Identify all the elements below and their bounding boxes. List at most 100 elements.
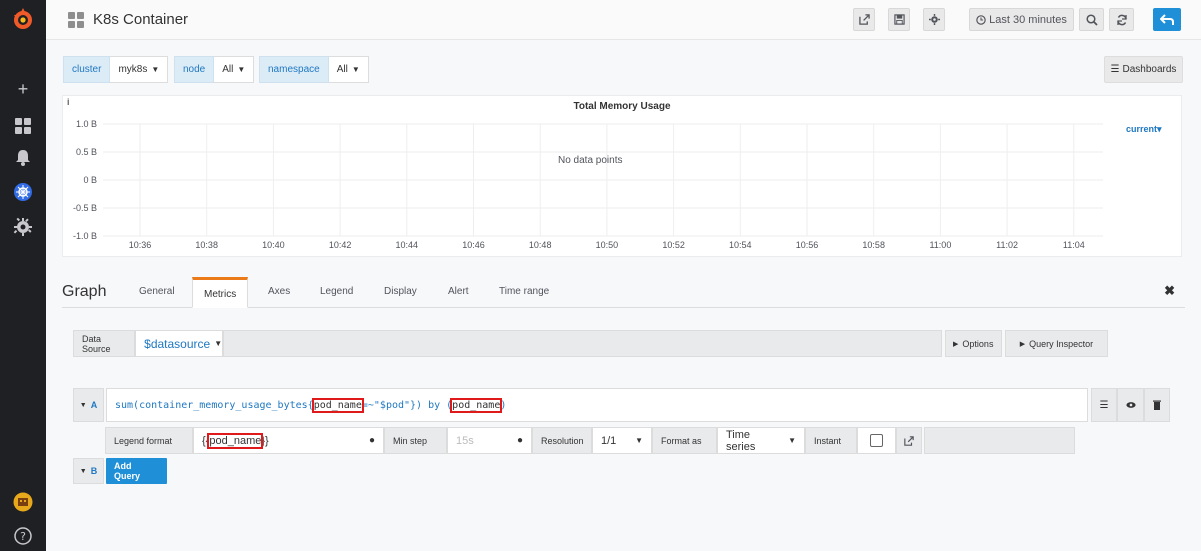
info-icon: ● (516, 435, 523, 446)
x-tick-label: 10:46 (462, 240, 485, 250)
y-tick-label: -1.0 B (73, 231, 97, 241)
legend-format-value: {{pod_name}} (202, 432, 269, 449)
x-tick-label: 10:36 (129, 240, 152, 250)
query-expr-suffix: ) (500, 399, 507, 411)
x-tick-label: 10:42 (329, 240, 352, 250)
query-row-a: ▼ A sum(container_memory_usage_bytes{pod_… (73, 388, 1088, 422)
kubernetes-icon[interactable] (13, 182, 33, 202)
zoom-out-icon[interactable] (1079, 8, 1104, 31)
x-tick-label: 10:54 (729, 240, 752, 250)
query-expr-middle: =~"$pod"}) by ( (361, 399, 453, 411)
tab-legend[interactable]: Legend (320, 286, 353, 297)
datasource-value: $datasource (144, 336, 211, 351)
query-ref-a[interactable]: ▼ A (73, 388, 104, 422)
query-expression-input[interactable]: sum(container_memory_usage_bytes{pod_nam… (106, 388, 1088, 422)
grafana-logo-icon[interactable] (11, 7, 35, 31)
min-step-label: Min step (384, 427, 447, 454)
min-step-input[interactable]: 15s ● (447, 427, 532, 454)
list-icon: ☰ (1110, 64, 1120, 75)
dashboard-title[interactable]: K8s Container (93, 11, 188, 28)
min-step-placeholder: 15s (456, 434, 474, 447)
open-external-icon[interactable] (896, 427, 922, 454)
query-options-filler (924, 427, 1075, 454)
format-as-select[interactable]: Time series ▼ (717, 427, 805, 454)
back-icon[interactable] (1153, 8, 1181, 31)
collapse-caret-icon: ▼ (79, 401, 87, 409)
caret-right-icon: ▶ (1019, 340, 1026, 348)
dashboards-button[interactable]: ☰ Dashboards (1104, 56, 1183, 83)
legend-format-label: Legend format (105, 427, 193, 454)
side-menu: + ? (0, 0, 46, 551)
dashboard-navbar: K8s Container Last 30 minutes (46, 0, 1201, 40)
settings-icon[interactable] (923, 8, 945, 31)
y-tick-label: 0.5 B (76, 147, 97, 157)
create-plus-icon[interactable]: + (13, 79, 33, 99)
legend-format-highlight: pod_name (207, 432, 264, 449)
toggle-visibility-icon[interactable] (1117, 388, 1144, 422)
variable-namespace: namespace All ▼ (259, 56, 369, 83)
legend-current-label: current (1126, 124, 1158, 134)
collapse-caret-icon: ▼ (79, 467, 87, 475)
editor-title: Graph (62, 283, 107, 300)
tab-axes[interactable]: Axes (268, 286, 290, 297)
query-inspector-label: Query Inspector (1029, 338, 1094, 349)
caret-down-icon: ▼ (237, 65, 246, 74)
panel-title[interactable]: Total Memory Usage (63, 101, 1181, 112)
datasource-row-filler (223, 330, 942, 357)
x-tick-label: 10:48 (529, 240, 552, 250)
instant-checkbox-cell (857, 427, 896, 454)
tab-general[interactable]: General (139, 286, 175, 297)
tab-time-range[interactable]: Time range (499, 286, 549, 297)
save-icon[interactable] (888, 8, 910, 31)
time-picker-button[interactable]: Last 30 minutes (969, 8, 1074, 31)
tab-alert[interactable]: Alert (448, 286, 469, 297)
options-button-label: Options (962, 338, 994, 349)
tab-metrics[interactable]: Metrics (192, 277, 249, 308)
svg-text:?: ? (20, 530, 26, 543)
x-tick-label: 10:58 (862, 240, 885, 250)
legend-current-toggle[interactable]: current▾ (1126, 124, 1162, 135)
caret-down-icon: ▼ (635, 436, 643, 445)
add-query-button[interactable]: Add Query (106, 458, 167, 484)
query-menu-icon[interactable]: ☰ (1091, 388, 1117, 422)
x-tick-label: 10:38 (195, 240, 218, 250)
variable-dropdown-node[interactable]: All ▼ (214, 56, 255, 83)
variable-cluster: cluster myk8s ▼ (63, 56, 169, 83)
delete-query-icon[interactable] (1144, 388, 1170, 422)
memory-usage-chart: 1.0 B 0.5 B 0 B -0.5 B -1.0 B 10:36 10:38 10:40… (73, 119, 1103, 250)
query-inspector-button[interactable]: ▶ Query Inspector (1004, 330, 1109, 357)
tab-display[interactable]: Display (384, 286, 417, 297)
info-icon: ● (368, 435, 375, 446)
legend-format-input[interactable]: {{pod_name}} ● (193, 427, 384, 454)
alerting-bell-icon[interactable] (13, 147, 33, 167)
variable-label: namespace (259, 56, 329, 83)
user-avatar-icon[interactable] (13, 492, 33, 512)
datasource-label: Data Source (73, 330, 136, 357)
dashboards-button-label: Dashboards (1122, 64, 1177, 75)
share-icon[interactable] (853, 8, 875, 31)
variable-value: All (336, 64, 348, 75)
caret-down-icon: ▼ (351, 65, 360, 74)
configuration-gear-icon[interactable] (13, 217, 33, 237)
dashboards-icon[interactable] (13, 116, 33, 136)
variable-dropdown-namespace[interactable]: All ▼ (328, 56, 369, 83)
variable-dropdown-cluster[interactable]: myk8s ▼ (110, 56, 169, 83)
refresh-icon[interactable] (1109, 8, 1134, 31)
datasource-picker[interactable]: $datasource ▼ (135, 330, 224, 357)
x-tick-label: 11:04 (1063, 240, 1085, 250)
caret-right-icon: ▶ (953, 340, 959, 348)
editor-tabs: General Metrics Axes Legend Display Aler… (62, 277, 1185, 308)
variable-node: node All ▼ (174, 56, 255, 83)
instant-checkbox[interactable] (870, 434, 883, 447)
format-as-label: Format as (652, 427, 717, 454)
resolution-select[interactable]: 1/1 ▼ (592, 427, 652, 454)
help-icon[interactable]: ? (13, 526, 33, 546)
query-row-b: ▼ B Add Query (73, 458, 167, 484)
query-ref-label: B (90, 466, 98, 476)
format-as-value: Time series (726, 428, 756, 453)
caret-down-icon: ▼ (214, 339, 223, 348)
close-editor-icon[interactable]: ✖ (1164, 283, 1175, 299)
options-button[interactable]: ▶ Options (944, 330, 1002, 357)
no-data-message: No data points (558, 155, 623, 166)
query-ref-b[interactable]: ▼ B (73, 458, 104, 484)
